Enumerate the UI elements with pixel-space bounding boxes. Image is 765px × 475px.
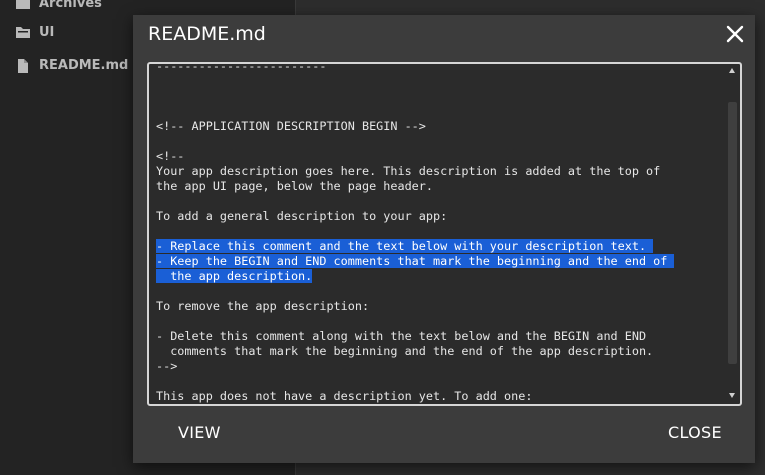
editor-line-text: - Keep the BEGIN and END comments that m… <box>156 254 675 268</box>
editor-line-text: ------------------------ <box>156 62 327 73</box>
editor-line: Your app description goes here. This des… <box>156 164 716 179</box>
editor-line: comments that mark the beginning and the… <box>156 344 716 359</box>
sidebar-item-readme[interactable]: README.md <box>15 53 128 77</box>
editor-line-text: --> <box>156 359 178 373</box>
editor-line: - Replace this comment and the text belo… <box>156 239 716 254</box>
editor-line-text: - Replace this comment and the text belo… <box>156 239 654 253</box>
readme-text-editor[interactable]: ------------------------ <!-- APPLICATION… <box>147 62 742 406</box>
editor-line: <!-- APPLICATION DESCRIPTION BEGIN --> <box>156 119 716 134</box>
editor-line: the app description. <box>156 269 716 284</box>
view-button[interactable]: VIEW <box>178 423 221 442</box>
editor-line: - Delete this comment along with the tex… <box>156 329 716 344</box>
editor-scrollbar[interactable] <box>727 66 738 400</box>
editor-line: - Keep the BEGIN and END comments that m… <box>156 254 716 269</box>
editor-content[interactable]: ------------------------ <!-- APPLICATION… <box>156 62 716 404</box>
sidebar-item-label: Archives <box>39 0 102 11</box>
scroll-up-icon[interactable] <box>729 68 735 73</box>
editor-line: To add a general description to your app… <box>156 209 716 224</box>
sidebar-item-label: UI <box>39 24 55 40</box>
sidebar-item-ui[interactable]: UI <box>15 20 54 44</box>
editor-line-text: This app does not have a description yet… <box>156 389 533 403</box>
editor-line-text: To remove the app description: <box>156 299 370 313</box>
scroll-down-icon[interactable] <box>729 393 735 398</box>
editor-line-text: <!-- APPLICATION DESCRIPTION BEGIN --> <box>156 119 426 133</box>
file-icon <box>15 58 31 73</box>
close-button[interactable]: CLOSE <box>668 423 722 442</box>
editor-line: ------------------------ <box>156 62 716 74</box>
editor-line: To remove the app description: <box>156 299 716 314</box>
sidebar-item-label: README.md <box>39 57 129 73</box>
close-icon[interactable] <box>725 24 745 44</box>
editor-line-text: the app description. <box>156 269 313 283</box>
editor-line-text: comments that mark the beginning and the… <box>156 344 654 358</box>
editor-line-text: Your app description goes here. This des… <box>156 164 661 178</box>
editor-line: <!-- <box>156 149 716 164</box>
sidebar-item-archives[interactable]: Archives <box>15 0 102 15</box>
readme-dialog: README.md ------------------------ <!-- A… <box>133 15 755 463</box>
editor-line: This app does not have a description yet… <box>156 389 716 404</box>
editor-line-text: <!-- <box>156 149 185 163</box>
folder-icon <box>15 0 31 10</box>
editor-line-text: To add a general description to your app… <box>156 209 448 223</box>
editor-line: --> <box>156 359 716 374</box>
editor-line-text: - Delete this comment along with the tex… <box>156 329 647 343</box>
dialog-title: README.md <box>148 23 266 45</box>
editor-line-text: the app UI page, below the page header. <box>156 179 433 193</box>
scroll-thumb[interactable] <box>728 102 737 364</box>
editor-line: the app UI page, below the page header. <box>156 179 716 194</box>
folder-icon <box>15 25 31 39</box>
